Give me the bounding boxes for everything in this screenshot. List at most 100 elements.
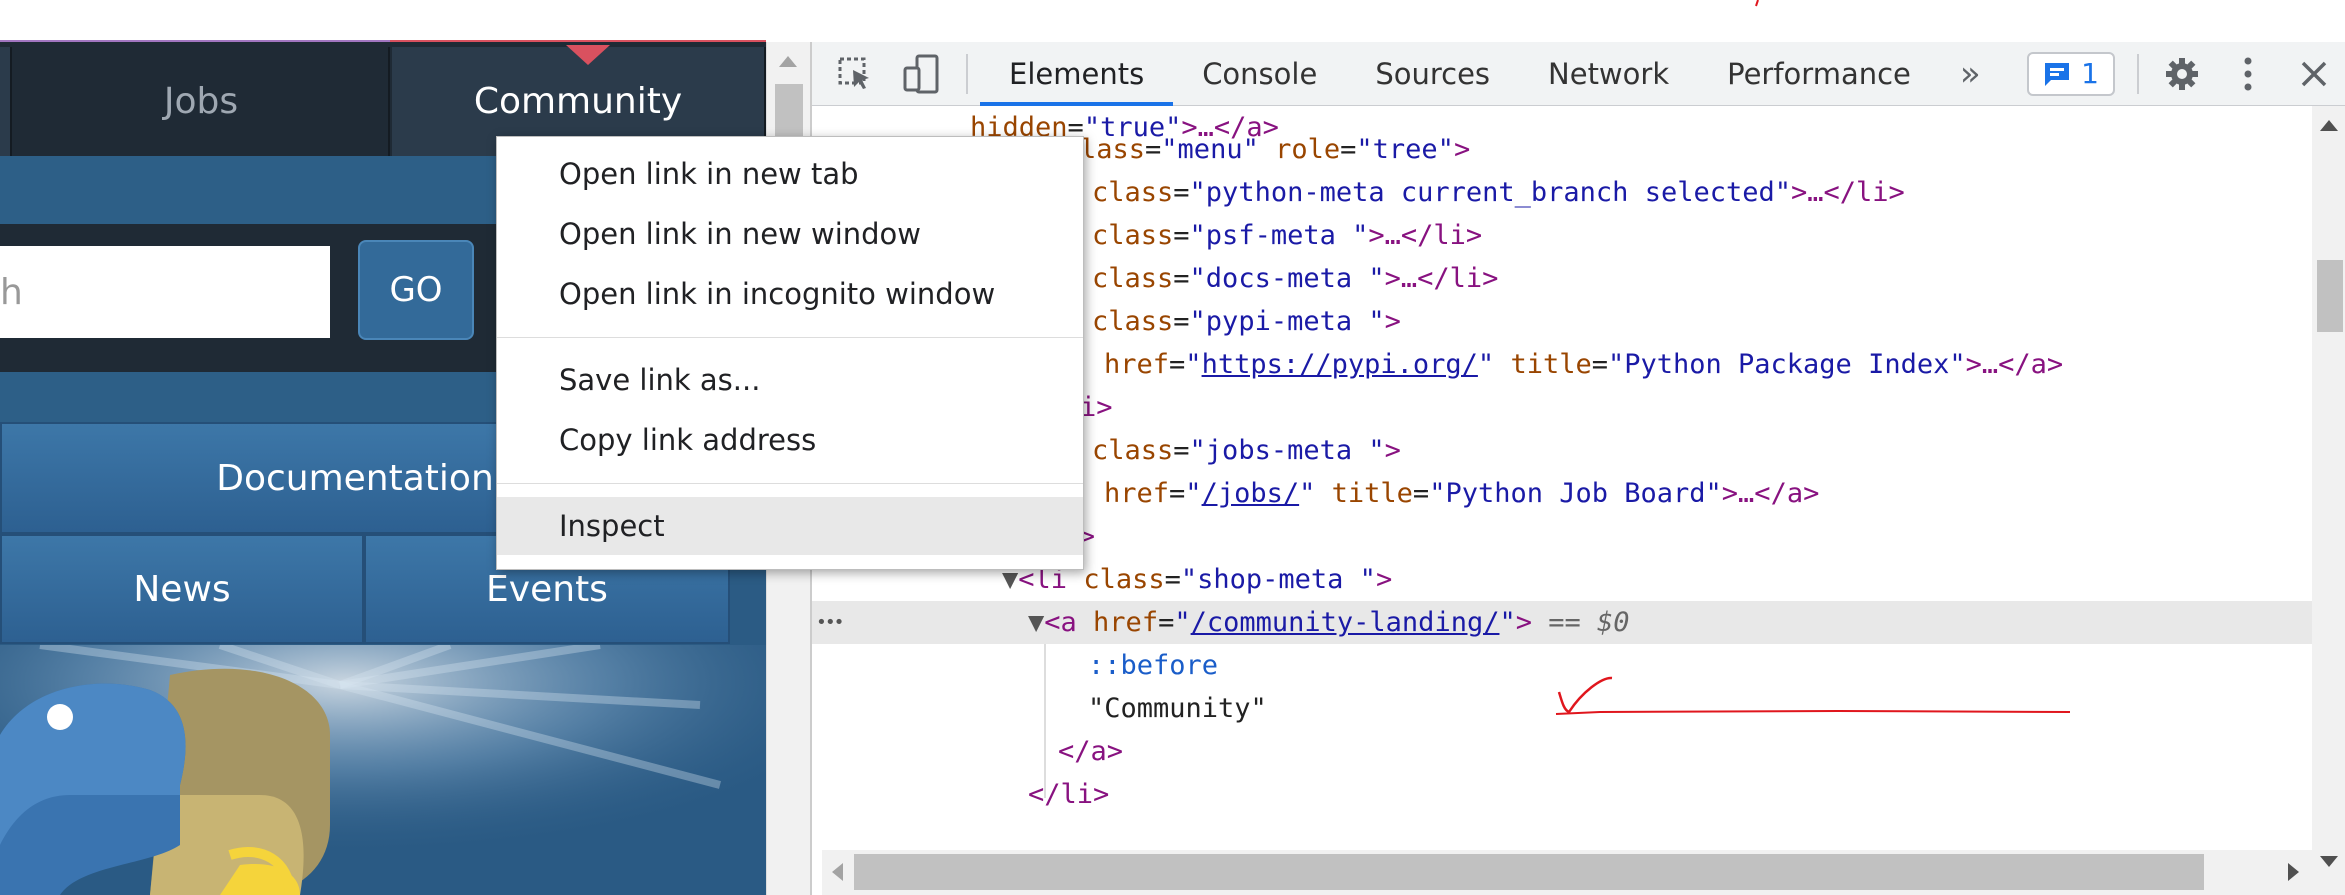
dom-attr: class <box>1092 177 1174 208</box>
dom-eq: = <box>1591 349 1608 380</box>
issues-badge-button[interactable]: 1 <box>2027 51 2115 96</box>
nav-tab-jobs[interactable]: Jobs <box>14 47 390 156</box>
dom-attr: lass <box>1080 134 1146 165</box>
dom-pseudo: ::before <box>1088 650 1219 681</box>
dom-rest: >…</li> <box>1368 220 1483 251</box>
menu-copy-link-address[interactable]: Copy link address <box>497 411 1083 469</box>
menu-open-incognito[interactable]: Open link in incognito window <box>497 265 1083 323</box>
settings-gear-icon[interactable] <box>2149 42 2215 106</box>
documentation-label: Documentation <box>216 457 494 499</box>
dom-attr: href <box>1104 478 1170 509</box>
dom-hscroll-thumb[interactable] <box>854 854 2204 890</box>
dom-val: "shop-meta " <box>1180 564 1376 595</box>
go-button[interactable]: GO <box>358 240 474 340</box>
dom-attr: title <box>1510 349 1592 380</box>
close-devtools-icon[interactable] <box>2281 42 2345 106</box>
dom-rest: >…</a> <box>1965 349 2064 380</box>
tab-performance-label: Performance <box>1727 56 1911 91</box>
dom-rest: >…</a> <box>1721 478 1820 509</box>
dom-quote: " <box>1174 607 1191 638</box>
go-button-label: GO <box>389 270 443 310</box>
news-button[interactable]: News <box>0 534 364 644</box>
tab-performance[interactable]: Performance <box>1698 42 1940 106</box>
dom-line-16[interactable]: </a> <box>812 730 2312 773</box>
device-toolbar-icon[interactable] <box>888 42 954 106</box>
scroll-up-arrow-icon[interactable] <box>779 56 797 67</box>
toolbar-divider <box>966 53 968 94</box>
dom-line-17[interactable]: </li> <box>812 773 2312 816</box>
python-logo-image <box>0 645 766 895</box>
dom-attr: class <box>1083 564 1165 595</box>
dom-eq: = <box>1173 306 1190 337</box>
dom-rest: </li> <box>1028 779 1110 810</box>
dom-horizontal-scrollbar[interactable] <box>822 850 2312 895</box>
dom-rest: > <box>1515 607 1532 638</box>
dom-href-link[interactable]: https://pypi.org/ <box>1202 349 1478 380</box>
scroll-down-arrow-icon[interactable] <box>2320 856 2338 867</box>
menu-open-new-window[interactable]: Open link in new window <box>497 205 1083 263</box>
dom-href-link[interactable]: /community-landing/ <box>1191 607 1500 638</box>
dom-attr: href <box>1093 607 1159 638</box>
dom-eq: = <box>1173 177 1190 208</box>
news-label: News <box>133 568 231 610</box>
nav-tab-partial[interactable] <box>0 47 12 156</box>
tab-console[interactable]: Console <box>1173 42 1346 106</box>
inspect-element-icon[interactable] <box>822 42 888 106</box>
dom-val: "jobs-meta " <box>1189 435 1385 466</box>
dom-eq: = <box>1173 435 1190 466</box>
menu-item-label: Save link as... <box>559 363 761 397</box>
more-options-kebab-icon[interactable] <box>2215 42 2281 106</box>
dom-line-13-selected[interactable]: ▼<a href="/community-landing/"> == $0 <box>812 601 2312 644</box>
dom-line-15[interactable]: "Community" <box>812 687 2312 730</box>
dom-quote: " <box>1185 478 1202 509</box>
menu-inspect[interactable]: Inspect <box>497 497 1083 555</box>
scroll-right-arrow-icon[interactable] <box>2288 863 2299 881</box>
dom-eq: = <box>1340 134 1357 165</box>
events-label: Events <box>486 568 608 610</box>
dom-rest: >…</li> <box>1384 263 1499 294</box>
dom-val: "Python Package Index" <box>1607 349 1966 380</box>
tab-network[interactable]: Network <box>1519 42 1698 106</box>
dom-val: "Python Job Board" <box>1429 478 1722 509</box>
menu-save-link-as[interactable]: Save link as... <box>497 351 1083 409</box>
dom-attr: class <box>1092 306 1174 337</box>
dom-attr: class <box>1092 263 1174 294</box>
dom-text-node: "Community" <box>1088 693 1267 724</box>
dom-href-link[interactable]: /jobs/ <box>1202 478 1300 509</box>
gutter-dots-icon[interactable]: ••• <box>816 601 844 644</box>
dom-rest: > <box>1384 435 1401 466</box>
tab-network-label: Network <box>1548 56 1670 91</box>
menu-item-label: Copy link address <box>559 423 817 457</box>
tab-console-label: Console <box>1202 56 1318 91</box>
dom-vscroll-thumb[interactable] <box>2317 260 2343 332</box>
tab-elements[interactable]: Elements <box>980 42 1174 106</box>
hero-banner <box>0 645 766 895</box>
dom-val: "pypi-meta " <box>1189 306 1385 337</box>
menu-item-label: Open link in new tab <box>559 157 859 191</box>
menu-separator <box>497 337 1083 338</box>
dom-eq: = <box>1145 134 1162 165</box>
active-tab-caret-icon <box>566 45 610 65</box>
nav-tab-community-label: Community <box>473 81 683 122</box>
menu-open-new-tab[interactable]: Open link in new tab <box>497 145 1083 203</box>
dom-vertical-scrollbar[interactable] <box>2312 106 2345 895</box>
more-tabs-icon[interactable]: » <box>1940 42 2001 106</box>
expand-triangle-icon[interactable]: ▼ <box>1028 607 1044 638</box>
menu-item-label: Inspect <box>559 509 665 543</box>
dom-val: "menu" <box>1161 134 1259 165</box>
scroll-up-arrow-icon[interactable] <box>2320 120 2338 131</box>
dom-attr: class <box>1092 220 1174 251</box>
dom-quote: " <box>1185 349 1202 380</box>
scroll-left-arrow-icon[interactable] <box>832 863 843 881</box>
dom-rest: i> <box>1080 392 1113 423</box>
tab-sources[interactable]: Sources <box>1346 42 1519 106</box>
dom-tag: <a <box>1044 607 1077 638</box>
tab-sources-label: Sources <box>1375 56 1491 91</box>
dom-eq: = <box>1412 478 1430 509</box>
annotation-tick-mark <box>1755 0 1759 7</box>
menu-item-label: Open link in incognito window <box>559 277 996 311</box>
search-input[interactable]: h <box>0 246 330 338</box>
dom-eq: = <box>1173 263 1190 294</box>
dom-line-14[interactable]: ::before <box>812 644 2312 687</box>
menu-separator <box>497 483 1083 484</box>
